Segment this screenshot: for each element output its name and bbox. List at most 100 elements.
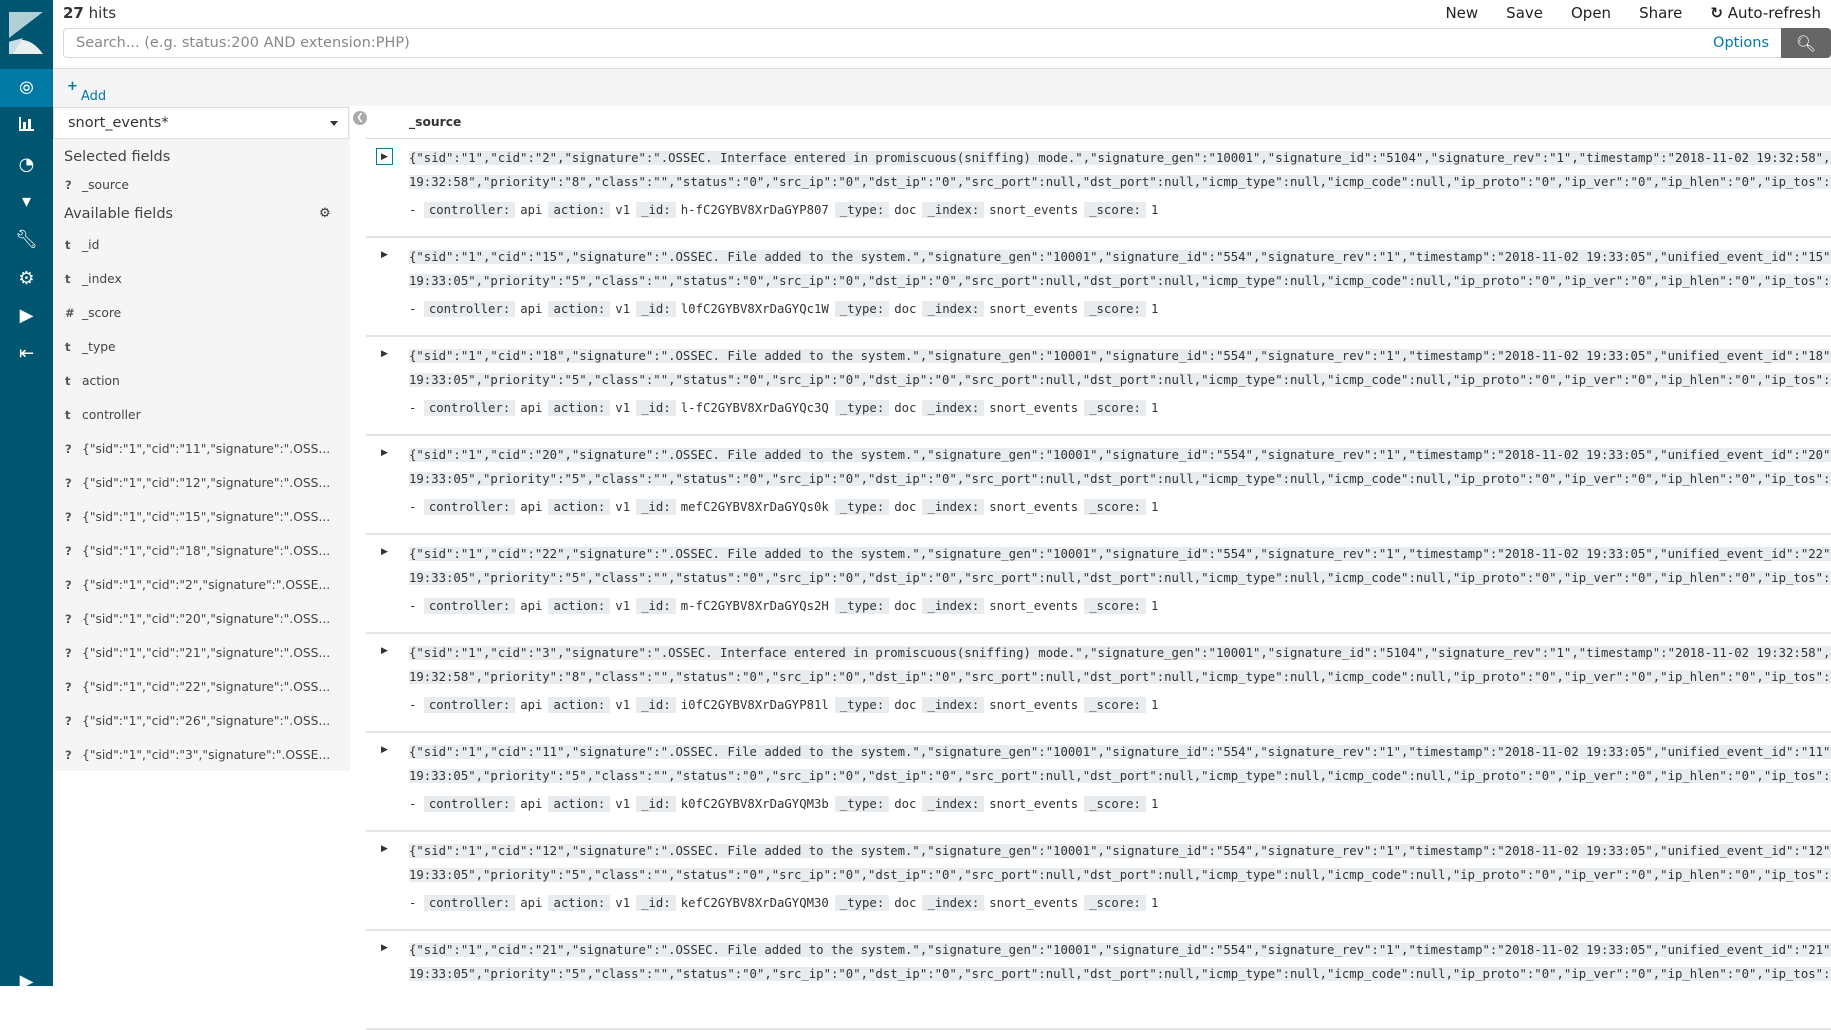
field-item[interactable]: ? {"sid":"1","cid":"26","signature":".OSS… (65, 714, 330, 728)
meta-key-score: _score: (1084, 796, 1146, 812)
discover-compass-icon[interactable]: ⦾ (0, 69, 53, 107)
auto-refresh-button[interactable]: ↻ Auto-refresh (1710, 4, 1821, 22)
index-pattern-select[interactable]: snort_events* (53, 107, 349, 139)
logout-icon[interactable]: ⇤ (0, 334, 53, 372)
row-meta: - controller: api action: v1 _id: k0fC2GYBV8X… (409, 796, 1159, 812)
table-row: ▶ {"sid":"1","cid":"2","signature":".OSS… (366, 139, 1831, 238)
meta-key-controller: controller: (423, 301, 516, 317)
kibana-logo[interactable] (9, 12, 43, 54)
expand-row-toggle[interactable]: ▶ (376, 247, 393, 264)
field-item[interactable]: t action (65, 374, 120, 388)
collapse-sidebar-icon[interactable]: ❮ (353, 111, 367, 125)
meta-value-controller: api (520, 896, 543, 910)
meta-key-index: _index: (922, 895, 985, 911)
meta-value-controller: api (520, 599, 543, 613)
meta-key-score: _score: (1084, 697, 1146, 713)
new-button[interactable]: New (1445, 4, 1478, 22)
table-row: ▶ {"sid":"1","cid":"3","signature":".OSS… (366, 634, 1831, 733)
field-item[interactable]: ? {"sid":"1","cid":"3","signature":".OSSE… (65, 748, 330, 762)
meta-value-type: doc (894, 500, 917, 514)
bear-icon[interactable]: ▾ (0, 182, 53, 220)
timelion-icon[interactable]: ◔ (0, 145, 53, 183)
source-line-1: {"sid":"1","cid":"21","signature":".OSSE… (409, 941, 1831, 960)
meta-value-type: doc (894, 203, 917, 217)
field-type: ? (65, 476, 72, 490)
expand-row-toggle[interactable]: ▶ (376, 940, 393, 957)
field-item[interactable]: t _type (65, 340, 116, 354)
field-name: _index (82, 272, 122, 286)
field-name: {"sid":"1","cid":"26","signature":".OSS.… (82, 714, 331, 728)
table-row: ▶ {"sid":"1","cid":"22","signature":".OS… (366, 535, 1831, 634)
meta-value-id: l-fC2GYBV8XrDaGYQc3Q (680, 401, 829, 415)
field-item[interactable]: ? {"sid":"1","cid":"12","signature":".OSS… (65, 476, 330, 490)
meta-value-score: 1 (1150, 599, 1159, 613)
meta-key-index: _index: (922, 301, 985, 317)
field-item[interactable]: ? {"sid":"1","cid":"2","signature":".OSSE… (65, 578, 330, 592)
meta-key-type: _type: (834, 598, 890, 614)
options-button[interactable]: Options (1713, 35, 1769, 51)
field-item[interactable]: ? {"sid":"1","cid":"22","signature":".OSS… (65, 680, 330, 694)
expand-row-toggle[interactable]: ▶ (376, 445, 393, 462)
meta-key-id: _id: (636, 796, 676, 812)
source-line-1: {"sid":"1","cid":"12","signature":".OSSE… (409, 842, 1831, 861)
field-item[interactable]: ? {"sid":"1","cid":"15","signature":".OSS… (65, 510, 330, 524)
hits-count: 27 hits (63, 4, 117, 22)
meta-value-controller: api (520, 797, 543, 811)
collapse-play-icon[interactable]: ▶ (0, 962, 53, 1000)
top-menu: New Save Open Share ↻ Auto-refresh (1445, 4, 1821, 22)
meta-key-id: _id: (636, 301, 676, 317)
meta-value-score: 1 (1150, 203, 1159, 217)
expand-row-toggle[interactable]: ▶ (376, 148, 393, 165)
source-line-2: 19:32:58","priority":"8","class":"","sta… (409, 668, 1831, 687)
field-name: {"sid":"1","cid":"2","signature":".OSSE.… (82, 578, 331, 592)
expand-row-toggle[interactable]: ▶ (376, 742, 393, 759)
meta-value-action: v1 (615, 500, 631, 514)
meta-value-type: doc (894, 401, 917, 415)
meta-key-index: _index: (922, 400, 985, 416)
field-item[interactable]: # _score (65, 306, 121, 320)
row-meta: - controller: api action: v1 _id: kefC2GYBV8X… (409, 895, 1159, 911)
field-item[interactable]: t _id (65, 238, 99, 252)
field-item[interactable]: t _index (65, 272, 122, 286)
save-button[interactable]: Save (1506, 4, 1543, 22)
filter-bar: Add a filter + (53, 68, 1831, 134)
meta-key-type: _type: (834, 499, 890, 515)
visualize-bar-chart-icon[interactable] (0, 105, 53, 143)
search-bar: Search... (e.g. status:200 AND extension… (63, 28, 1831, 58)
meta-key-index: _index: (922, 697, 985, 713)
meta-key-index: _index: (922, 202, 985, 218)
field-name: {"sid":"1","cid":"3","signature":".OSSE.… (82, 748, 331, 762)
field-item-source[interactable]: ? _source (65, 178, 129, 192)
meta-value-controller: api (520, 401, 543, 415)
field-item[interactable]: ? {"sid":"1","cid":"20","signature":".OSS… (65, 612, 330, 626)
field-settings-gear-icon[interactable]: ⚙ (319, 206, 331, 221)
field-item[interactable]: ? {"sid":"1","cid":"21","signature":".OSS… (65, 646, 330, 660)
expand-row-toggle[interactable]: ▶ (376, 346, 393, 363)
source-line-2: 19:33:05","priority":"5","class":"","sta… (409, 470, 1831, 489)
field-type: ? (65, 510, 72, 524)
field-item[interactable]: ? {"sid":"1","cid":"11","signature":".OSS… (65, 442, 330, 456)
field-item[interactable]: t controller (65, 408, 141, 422)
meta-value-score: 1 (1150, 698, 1159, 712)
expand-row-toggle[interactable]: ▶ (376, 544, 393, 561)
field-item[interactable]: ? {"sid":"1","cid":"18","signature":".OSS… (65, 544, 330, 558)
field-type: ? (65, 748, 72, 762)
meta-key-score: _score: (1084, 598, 1146, 614)
expand-row-toggle[interactable]: ▶ (376, 643, 393, 660)
source-line-2: 19:33:05","priority":"5","class":"","sta… (409, 272, 1831, 291)
source-line-1: {"sid":"1","cid":"18","signature":".OSSE… (409, 347, 1831, 366)
meta-key-id: _id: (636, 499, 676, 515)
field-type: t (65, 238, 71, 252)
wrench-icon[interactable]: 🔧︎ (0, 220, 53, 258)
field-name: _id (82, 238, 100, 252)
field-name: _score (82, 306, 122, 320)
search-input[interactable]: Search... (e.g. status:200 AND extension… (63, 28, 1781, 58)
gear-icon[interactable]: ⚙ (0, 259, 53, 297)
add-filter-button[interactable]: Add a filter + (67, 79, 111, 134)
open-button[interactable]: Open (1571, 4, 1611, 22)
search-button[interactable]: 🔍︎ (1781, 28, 1831, 58)
expand-row-toggle[interactable]: ▶ (376, 841, 393, 858)
share-button[interactable]: Share (1639, 4, 1682, 22)
play-icon[interactable]: ▶ (0, 296, 53, 334)
meta-value-controller: api (520, 698, 543, 712)
